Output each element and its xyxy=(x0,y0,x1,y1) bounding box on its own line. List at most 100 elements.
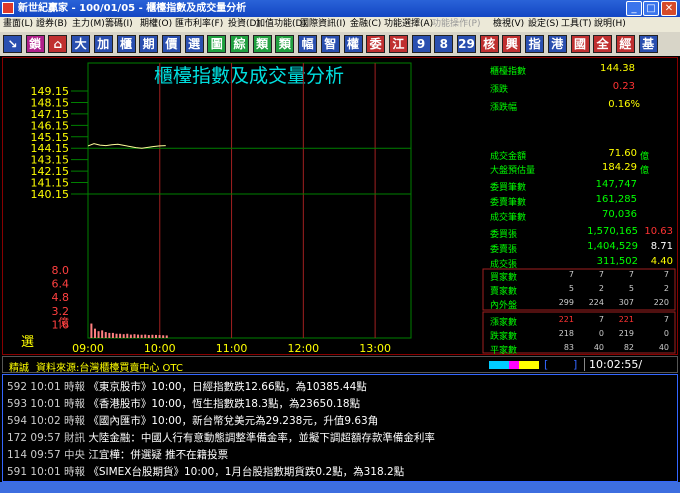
news-list[interactable]: 592 10:01 時報 《東京股市》10:00，日經指數跌12.66點，為10… xyxy=(2,374,678,482)
menu-item-3[interactable]: 籌碼(I) xyxy=(105,17,133,32)
toolbar-button-7[interactable]: 價 xyxy=(161,35,181,53)
ask-qty-avg: 8.71 xyxy=(650,241,673,252)
menu-item-12[interactable]: 檢視(V) xyxy=(493,17,524,32)
toolbar-button-19[interactable]: 8 xyxy=(434,35,454,53)
toolbar-button-4[interactable]: 加 xyxy=(93,35,113,53)
menu-item-0[interactable]: 畫面(L) xyxy=(3,17,33,32)
toolbar-button-13[interactable]: 幅 xyxy=(298,35,318,53)
volume-bar xyxy=(140,334,143,338)
provider-tag: 精誠 xyxy=(9,363,29,374)
bid-qty-avg: 10.63 xyxy=(644,226,673,237)
toolbar-button-17[interactable]: 江 xyxy=(388,35,408,53)
minimize-button[interactable]: _ xyxy=(626,1,642,16)
toolbar-button-3[interactable]: 大 xyxy=(71,35,91,53)
toolbar-button-18[interactable]: 9 xyxy=(411,35,431,53)
volume-bar xyxy=(147,335,150,338)
news-src: 時報 xyxy=(64,381,89,393)
breadth-label: 買家數 xyxy=(490,273,518,283)
toolbar-button-0[interactable]: ↘ xyxy=(3,35,22,53)
news-num: 592 xyxy=(7,381,31,393)
volume-unit: 億 xyxy=(58,316,69,329)
breadth-cell: 7 xyxy=(663,270,669,279)
buy-orders-value: 147,747 xyxy=(595,179,637,190)
toolbar-button-14[interactable]: 智 xyxy=(320,35,340,53)
toolbar-button-10[interactable]: 綜 xyxy=(230,35,249,53)
news-text: 《國內匯市》10:00，新台幣兌美元為29.238元，升值9.63角 xyxy=(88,415,379,427)
volume-bar xyxy=(137,334,140,338)
toolbar-button-28[interactable]: 基 xyxy=(638,35,658,53)
toolbar-button-27[interactable]: 經 xyxy=(615,35,635,53)
breadth-cell: 7 xyxy=(663,315,669,324)
volume-bar xyxy=(144,334,147,338)
breadth-label: 跌家數 xyxy=(490,332,518,342)
volume-tick-label: 4.8 xyxy=(52,291,70,304)
toolbar-button-5[interactable]: 櫃 xyxy=(116,35,136,53)
toolbar-button-16[interactable]: 委 xyxy=(366,35,386,53)
news-item[interactable]: 594 10:02 時報 《國內匯市》10:00，新台幣兌美元為29.238元，… xyxy=(7,413,378,428)
news-src: 財訊 xyxy=(64,432,89,444)
pct-value: 0.16% xyxy=(608,99,640,110)
news-item[interactable]: 114 09:57 中央 江宜樺：併選疑 推不在籍投票 xyxy=(7,447,228,462)
news-src: 時報 xyxy=(64,466,89,478)
menu-item-14[interactable]: 工具(T) xyxy=(561,17,592,32)
close-button[interactable]: ✕ xyxy=(661,1,677,16)
toolbar-button-26[interactable]: 全 xyxy=(593,35,613,53)
title-bar: 新世紀贏家 - 100/01/05 - 櫃檯指數及成交量分析 _ □ ✕ xyxy=(0,0,680,17)
breadth-label: 平家數 xyxy=(490,346,518,356)
volume-bar xyxy=(104,332,107,338)
news-item[interactable]: 591 10:01 時報 《SIMEX台股期貨》10:00，1月台股指數期貨跌0… xyxy=(7,464,404,479)
menu-item-2[interactable]: 主力(M) xyxy=(72,17,105,32)
menu-item-9[interactable]: 金融(C) xyxy=(350,17,381,32)
toolbar-button-21[interactable]: 核 xyxy=(479,35,499,53)
menu-item-13[interactable]: 設定(S) xyxy=(528,17,559,32)
news-num: 593 xyxy=(7,398,31,410)
ask-qty-value: 1,404,529 xyxy=(587,241,638,252)
price-series-line xyxy=(87,143,166,149)
toolbar-button-11[interactable]: 類 xyxy=(252,35,272,53)
breadth-label: 漲家數 xyxy=(490,318,518,328)
maximize-button[interactable]: □ xyxy=(643,1,659,16)
price-tick-label: 140.15 xyxy=(31,188,70,201)
toolbar-button-15[interactable]: 權 xyxy=(343,35,363,53)
menu-item-1[interactable]: 證券(B) xyxy=(36,17,67,32)
volume-bar xyxy=(101,330,104,338)
toolbar-button-1[interactable]: 鎖 xyxy=(25,35,45,53)
news-num: 114 xyxy=(7,449,31,461)
menu-item-10[interactable]: 功能選擇(A) xyxy=(384,17,433,32)
ask-qty-label: 委賣張 xyxy=(490,245,518,255)
index-label: 櫃檯指數 xyxy=(490,67,527,77)
toolbar-button-12[interactable]: 類 xyxy=(275,35,295,53)
toolbar-button-25[interactable]: 國 xyxy=(570,35,590,53)
menu-item-11[interactable]: 功能操作(P) xyxy=(432,17,480,32)
news-item[interactable]: 172 09:57 財訊 大陸金融：中國人行有意動態調整準備金率，並擬下調超額存… xyxy=(7,430,435,445)
news-time: 09:57 xyxy=(30,449,64,461)
toolbar-button-6[interactable]: 期 xyxy=(139,35,159,53)
toolbar-button-20[interactable]: 29 xyxy=(457,35,476,53)
clock: 10:02:55/ xyxy=(584,358,676,371)
news-time: 10:01 xyxy=(30,381,64,393)
toolbar-button-9[interactable]: 圖 xyxy=(207,35,227,53)
sell-orders-value: 161,285 xyxy=(595,194,637,205)
menu-item-5[interactable]: 匯市利率(F) xyxy=(175,17,223,32)
toolbar-button-22[interactable]: 興 xyxy=(502,35,522,53)
news-item[interactable]: 593 10:01 時報 《香港股市》10:00，恆生指數跌18.3點，為236… xyxy=(7,396,360,411)
news-item[interactable]: 592 10:01 時報 《東京股市》10:00，日經指數跌12.66點，為10… xyxy=(7,379,367,394)
toolbar-button-8[interactable]: 選 xyxy=(184,35,204,53)
volume-bar xyxy=(133,334,136,338)
menu-item-4[interactable]: 期權(O) xyxy=(140,17,172,32)
toolbar-button-2[interactable]: ⌂ xyxy=(48,35,68,53)
trades-label: 成交筆數 xyxy=(490,213,527,223)
news-num: 594 xyxy=(7,415,31,427)
menu-item-8[interactable]: 國際資訊(I) xyxy=(300,17,346,32)
volume-bar xyxy=(97,331,100,338)
volume-bar xyxy=(158,335,161,338)
menu-item-7[interactable]: 加值功能(D) xyxy=(256,17,306,32)
toolbar-button-24[interactable]: 港 xyxy=(547,35,567,53)
volume-bar xyxy=(162,335,165,338)
news-src: 中央 xyxy=(64,449,89,461)
toolbar-button-23[interactable]: 指 xyxy=(525,35,545,53)
menu-item-15[interactable]: 說明(H) xyxy=(594,17,626,32)
bid-qty-value: 1,570,165 xyxy=(587,226,638,237)
change-label: 漲跌 xyxy=(490,85,509,95)
volume-bar xyxy=(151,334,154,338)
